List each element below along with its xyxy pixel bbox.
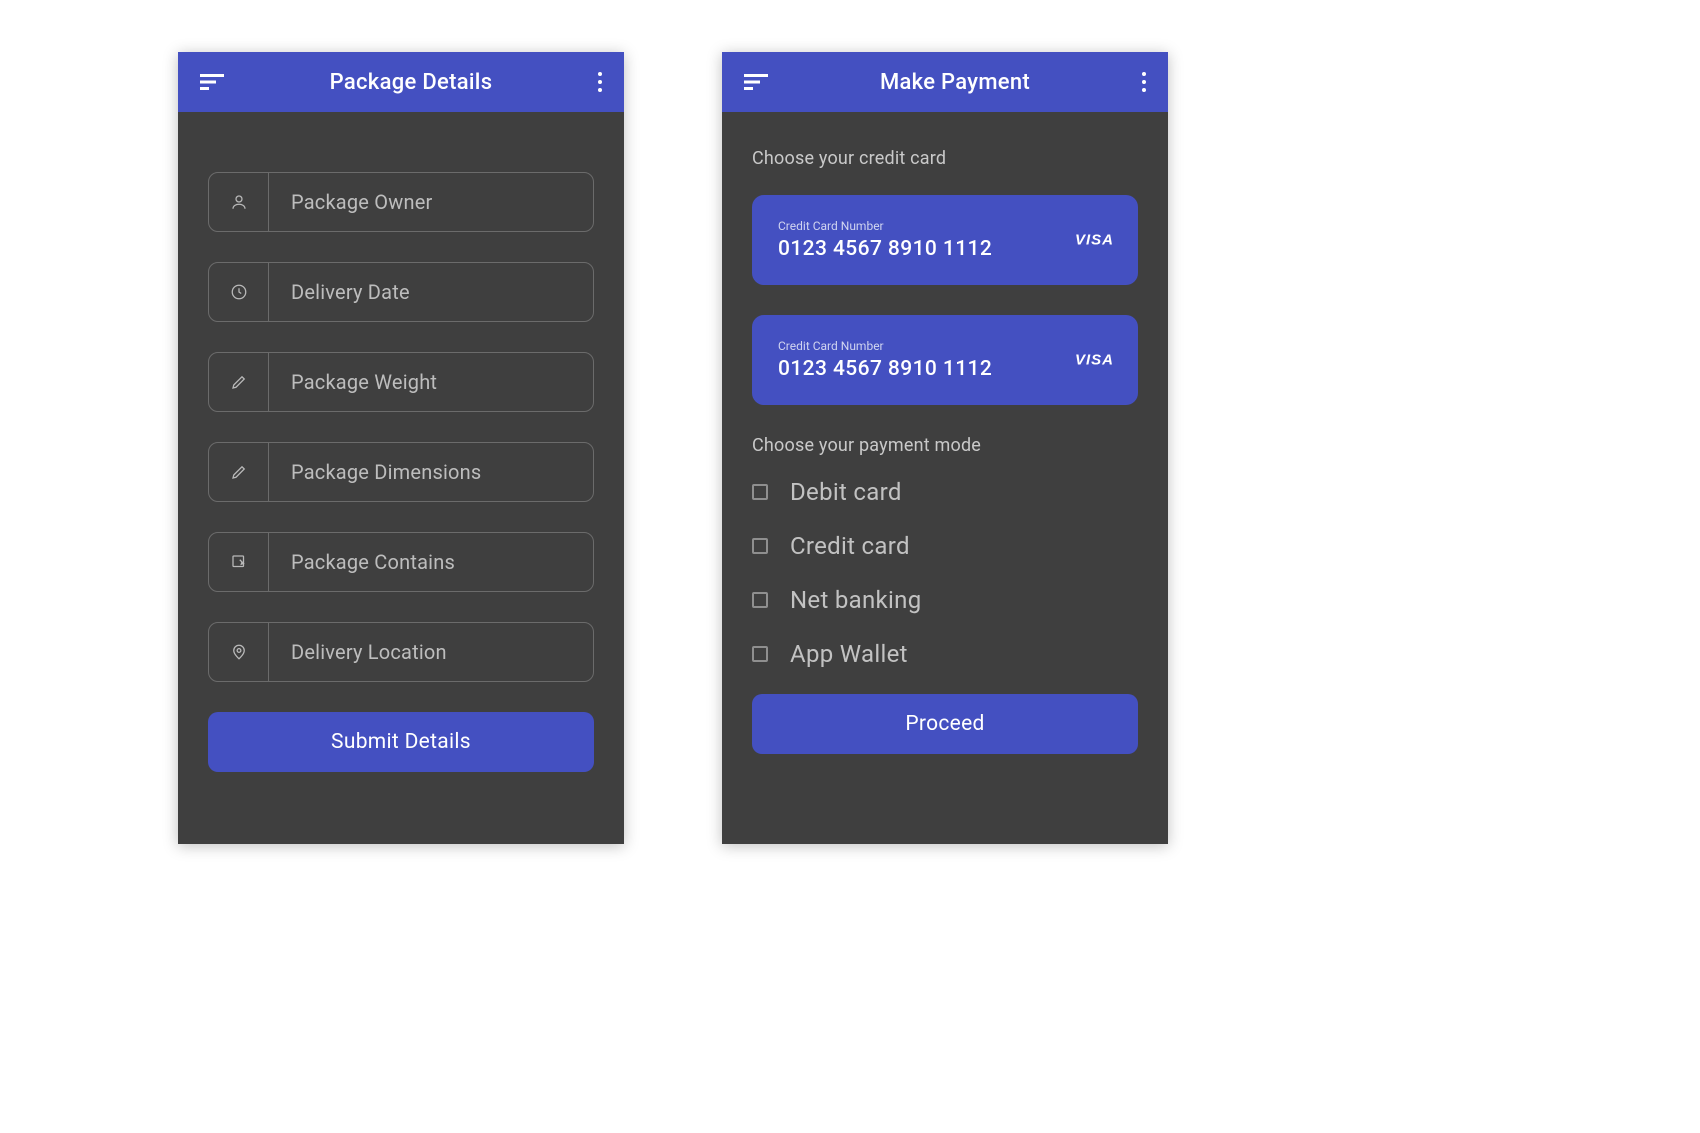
checkbox-icon[interactable] bbox=[752, 592, 768, 608]
credit-card-number-label: Credit Card Number bbox=[778, 339, 1112, 353]
credit-card-number: 0123 4567 8910 1112 bbox=[778, 237, 1112, 261]
choose-mode-title: Choose your payment mode bbox=[752, 435, 1138, 456]
package-dimensions-label: Package Dimensions bbox=[269, 460, 481, 484]
payment-mode-app-wallet[interactable]: App Wallet bbox=[752, 640, 1138, 668]
credit-card-number: 0123 4567 8910 1112 bbox=[778, 357, 1112, 381]
delivery-date-label: Delivery Date bbox=[269, 280, 410, 304]
payment-mode-label: Debit card bbox=[790, 478, 902, 506]
package-form: Package Owner Delivery Date bbox=[178, 112, 624, 772]
edit-note-icon bbox=[209, 533, 269, 591]
proceed-button[interactable]: Proceed bbox=[752, 694, 1138, 754]
credit-card-number-label: Credit Card Number bbox=[778, 219, 1112, 233]
package-owner-field[interactable]: Package Owner bbox=[208, 172, 594, 232]
clock-icon bbox=[209, 263, 269, 321]
screen-package-details: Package Details Package Owner bbox=[178, 52, 624, 844]
appbar: Package Details bbox=[178, 52, 624, 112]
choose-card-title: Choose your credit card bbox=[752, 148, 1138, 169]
package-dimensions-field[interactable]: Package Dimensions bbox=[208, 442, 594, 502]
credit-card-option[interactable]: Credit Card Number 0123 4567 8910 1112 V… bbox=[752, 195, 1138, 285]
appbar: Make Payment bbox=[722, 52, 1168, 112]
menu-icon[interactable] bbox=[200, 74, 224, 90]
package-owner-label: Package Owner bbox=[269, 190, 433, 214]
overflow-menu-icon[interactable] bbox=[598, 72, 602, 92]
checkbox-icon[interactable] bbox=[752, 484, 768, 500]
checkbox-icon[interactable] bbox=[752, 538, 768, 554]
page-title: Package Details bbox=[330, 70, 493, 95]
payment-form: Choose your credit card Credit Card Numb… bbox=[722, 112, 1168, 754]
checkbox-icon[interactable] bbox=[752, 646, 768, 662]
delivery-location-field[interactable]: Delivery Location bbox=[208, 622, 594, 682]
submit-details-label: Submit Details bbox=[331, 730, 471, 754]
package-contains-field[interactable]: Package Contains bbox=[208, 532, 594, 592]
package-weight-label: Package Weight bbox=[269, 370, 437, 394]
payment-mode-label: App Wallet bbox=[790, 640, 908, 668]
visa-icon: VISA bbox=[1075, 232, 1114, 249]
package-weight-field[interactable]: Package Weight bbox=[208, 352, 594, 412]
submit-details-button[interactable]: Submit Details bbox=[208, 712, 594, 772]
payment-mode-debit-card[interactable]: Debit card bbox=[752, 478, 1138, 506]
screen-make-payment: Make Payment Choose your credit card Cre… bbox=[722, 52, 1168, 844]
visa-icon: VISA bbox=[1075, 352, 1114, 369]
payment-mode-section: Choose your payment mode Debit card Cred… bbox=[752, 435, 1138, 668]
page-title: Make Payment bbox=[880, 70, 1030, 95]
overflow-menu-icon[interactable] bbox=[1142, 72, 1146, 92]
delivery-date-field[interactable]: Delivery Date bbox=[208, 262, 594, 322]
pencil-icon bbox=[209, 443, 269, 501]
pencil-icon bbox=[209, 353, 269, 411]
proceed-label: Proceed bbox=[905, 712, 984, 736]
payment-mode-credit-card[interactable]: Credit card bbox=[752, 532, 1138, 560]
credit-card-option[interactable]: Credit Card Number 0123 4567 8910 1112 V… bbox=[752, 315, 1138, 405]
payment-mode-net-banking[interactable]: Net banking bbox=[752, 586, 1138, 614]
payment-mode-label: Credit card bbox=[790, 532, 910, 560]
menu-icon[interactable] bbox=[744, 74, 768, 90]
delivery-location-label: Delivery Location bbox=[269, 640, 447, 664]
person-icon bbox=[209, 173, 269, 231]
location-pin-icon bbox=[209, 623, 269, 681]
payment-mode-label: Net banking bbox=[790, 586, 921, 614]
package-contains-label: Package Contains bbox=[269, 550, 455, 574]
